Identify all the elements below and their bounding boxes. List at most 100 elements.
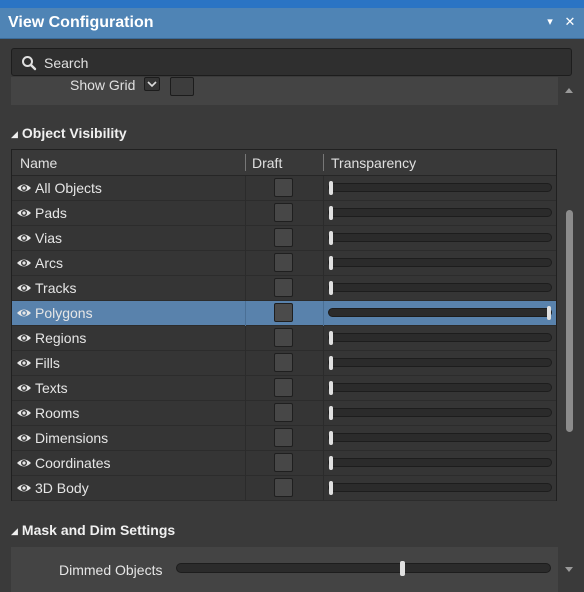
eye-icon[interactable] [16, 406, 32, 420]
title-bar: View Configuration ▾ ✕ [0, 8, 584, 39]
column-header-name[interactable]: Name [20, 155, 57, 171]
transparency-slider[interactable] [328, 481, 552, 495]
draft-checkbox[interactable] [274, 353, 293, 372]
transparency-slider[interactable] [328, 206, 552, 220]
transparency-slider-thumb[interactable] [329, 231, 333, 245]
draft-checkbox[interactable] [274, 453, 293, 472]
transparency-slider[interactable] [328, 381, 552, 395]
row-name: 3D Body [35, 480, 89, 496]
grid-color-swatch[interactable] [170, 77, 194, 96]
table-row[interactable]: Coordinates [12, 451, 556, 476]
draft-checkbox[interactable] [274, 478, 293, 497]
table-row[interactable]: Dimensions [12, 426, 556, 451]
column-divider [245, 426, 246, 451]
mask-dim-title: Mask and Dim Settings [21, 522, 176, 538]
table-row[interactable]: All Objects [12, 176, 556, 201]
column-divider [245, 376, 246, 401]
eye-icon[interactable] [16, 281, 32, 295]
transparency-slider-thumb[interactable] [547, 306, 551, 320]
eye-icon[interactable] [16, 331, 32, 345]
transparency-slider-thumb[interactable] [329, 481, 333, 495]
table-row[interactable]: Arcs [12, 251, 556, 276]
transparency-slider[interactable] [328, 456, 552, 470]
transparency-slider-thumb[interactable] [329, 356, 333, 370]
draft-checkbox[interactable] [274, 228, 293, 247]
eye-icon[interactable] [16, 481, 32, 495]
row-name: Coordinates [35, 455, 111, 471]
table-row[interactable]: Vias [12, 226, 556, 251]
table-row[interactable]: Pads [12, 201, 556, 226]
transparency-slider[interactable] [328, 181, 552, 195]
table-row[interactable]: 3D Body [12, 476, 556, 501]
transparency-slider-thumb[interactable] [329, 181, 333, 195]
draft-checkbox[interactable] [274, 428, 293, 447]
draft-checkbox[interactable] [274, 253, 293, 272]
scroll-up-arrow-icon[interactable] [565, 88, 573, 93]
transparency-slider-thumb[interactable] [329, 281, 333, 295]
mask-dim-panel: Dimmed Objects [11, 547, 558, 592]
transparency-slider[interactable] [328, 356, 552, 370]
transparency-slider-thumb[interactable] [329, 406, 333, 420]
eye-icon[interactable] [16, 306, 32, 320]
draft-checkbox[interactable] [274, 203, 293, 222]
column-divider [245, 226, 246, 251]
table-row[interactable]: Regions [12, 326, 556, 351]
object-visibility-header[interactable]: ◢ Object Visibility [11, 125, 127, 141]
row-name: All Objects [35, 180, 102, 196]
row-name: Fills [35, 355, 60, 371]
transparency-slider-thumb[interactable] [329, 256, 333, 270]
column-header-draft[interactable]: Draft [252, 155, 282, 171]
table-row[interactable]: Rooms [12, 401, 556, 426]
transparency-slider[interactable] [328, 331, 552, 345]
transparency-slider-thumb[interactable] [329, 331, 333, 345]
eye-icon[interactable] [16, 256, 32, 270]
eye-icon[interactable] [16, 456, 32, 470]
column-divider [245, 154, 246, 171]
table-row[interactable]: Polygons [12, 301, 556, 326]
draft-checkbox[interactable] [274, 403, 293, 422]
eye-icon[interactable] [16, 356, 32, 370]
draft-checkbox[interactable] [274, 278, 293, 297]
close-icon[interactable]: ✕ [563, 15, 577, 29]
eye-icon[interactable] [16, 431, 32, 445]
eye-icon[interactable] [16, 206, 32, 220]
row-name: Polygons [35, 305, 93, 321]
table-row[interactable]: Tracks [12, 276, 556, 301]
window-title: View Configuration [8, 14, 154, 31]
eye-icon[interactable] [16, 231, 32, 245]
column-header-transparency[interactable]: Transparency [331, 155, 416, 171]
transparency-slider[interactable] [328, 281, 552, 295]
search-placeholder: Search [44, 55, 89, 71]
grid-dropdown-chevron-icon[interactable] [144, 77, 160, 91]
dimmed-objects-slider-thumb[interactable] [400, 561, 405, 576]
column-divider [323, 401, 324, 426]
window-top-accent [0, 0, 584, 8]
eye-icon[interactable] [16, 381, 32, 395]
draft-checkbox[interactable] [274, 328, 293, 347]
scrollbar-thumb[interactable] [566, 210, 573, 432]
mask-dim-header[interactable]: ◢ Mask and Dim Settings [11, 522, 175, 538]
row-name: Regions [35, 330, 87, 346]
table-row[interactable]: Texts [12, 376, 556, 401]
scroll-down-arrow-icon[interactable] [565, 567, 573, 572]
transparency-slider-thumb[interactable] [329, 381, 333, 395]
panel-menu-icon[interactable]: ▾ [543, 15, 557, 29]
draft-checkbox[interactable] [274, 378, 293, 397]
column-divider [245, 201, 246, 226]
dimmed-objects-slider[interactable] [176, 561, 551, 576]
transparency-slider[interactable] [328, 256, 552, 270]
transparency-slider[interactable] [328, 406, 552, 420]
transparency-slider-thumb[interactable] [329, 456, 333, 470]
transparency-slider-thumb[interactable] [329, 431, 333, 445]
transparency-slider[interactable] [328, 306, 552, 320]
eye-icon[interactable] [16, 181, 32, 195]
transparency-slider[interactable] [328, 231, 552, 245]
column-divider [323, 476, 324, 501]
draft-checkbox[interactable] [274, 178, 293, 197]
column-divider [323, 226, 324, 251]
draft-checkbox[interactable] [274, 303, 293, 322]
table-row[interactable]: Fills [12, 351, 556, 376]
transparency-slider[interactable] [328, 431, 552, 445]
transparency-slider-thumb[interactable] [329, 206, 333, 220]
search-input[interactable]: Search [11, 48, 572, 76]
